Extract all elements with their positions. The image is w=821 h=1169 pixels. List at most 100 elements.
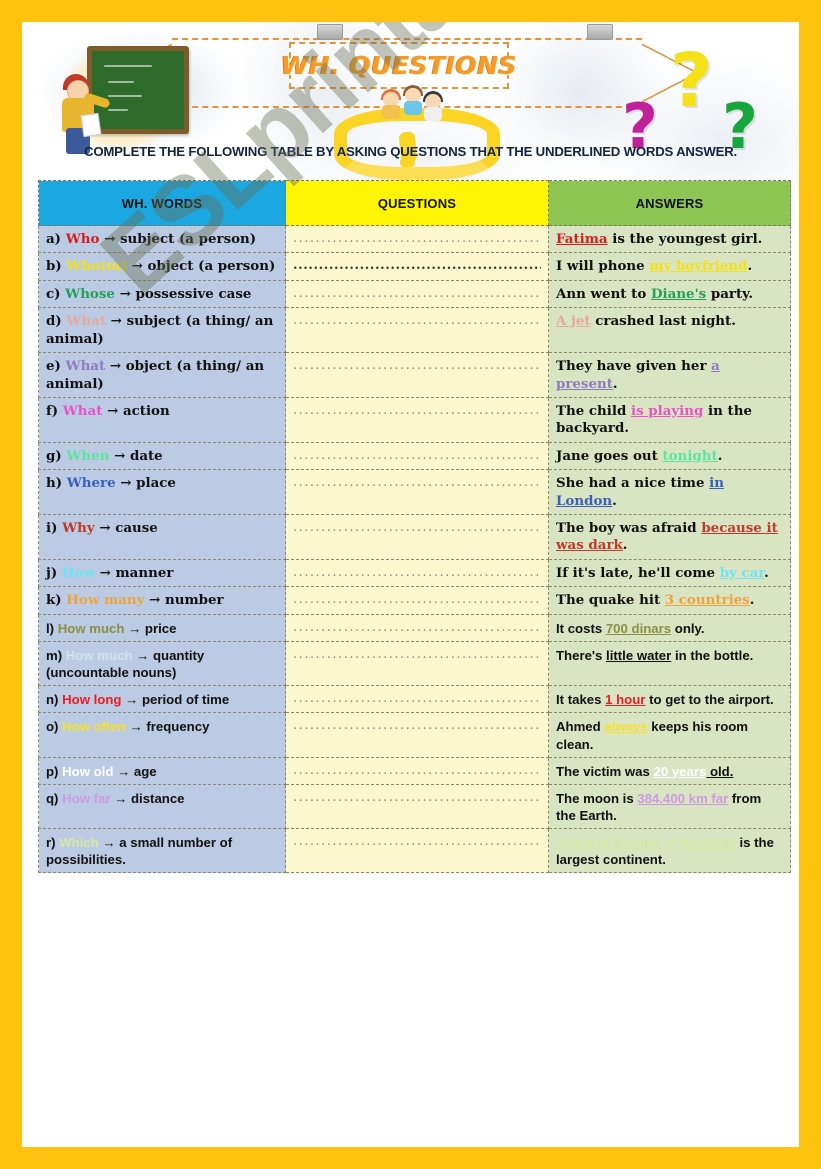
answer-text-after: only. xyxy=(671,620,705,636)
arrow-icon: → xyxy=(109,447,130,464)
wh-word-function: distance xyxy=(131,790,185,806)
answer-text-after: . xyxy=(747,258,753,275)
question-answer-blank[interactable]: ........................................… xyxy=(285,279,549,309)
answer-text-before: It costs xyxy=(556,620,606,636)
wh-word: What xyxy=(65,358,106,375)
table-row: m) How much → quantity (uncountable noun… xyxy=(38,640,791,687)
title-banner: WH. QUESTIONS xyxy=(281,42,517,89)
instruction-text: COMPLETE THE FOLLOWING TABLE BY ASKING Q… xyxy=(84,144,737,159)
wh-word-function: price xyxy=(144,620,177,636)
dotted-line: ........................................… xyxy=(293,520,541,536)
question-answer-blank[interactable]: ........................................… xyxy=(285,441,549,471)
question-answer-blank[interactable]: ........................................… xyxy=(285,396,549,443)
arrow-icon: → xyxy=(94,564,116,581)
wh-word-cell: h) Where → place xyxy=(38,469,286,516)
answer-text-before: Ahmed xyxy=(556,719,605,735)
dotted-line: ........................................… xyxy=(293,475,541,491)
question-answer-blank[interactable]: ........................................… xyxy=(285,712,549,758)
question-answer-blank[interactable]: ........................................… xyxy=(285,352,549,398)
table-header-row: WH. WORDS QUESTIONS ANSWERS xyxy=(38,180,791,226)
answer-underlined-phrase: A jet xyxy=(556,313,591,330)
answer-text-after: to get to the airport. xyxy=(645,692,774,708)
arrow-icon: → xyxy=(94,520,116,537)
question-answer-blank[interactable]: ........................................… xyxy=(285,307,549,354)
answer-underlined-phrase: 20 years xyxy=(653,763,707,779)
wh-word: When xyxy=(66,447,110,464)
wh-word-cell: k) How many → number xyxy=(38,586,286,615)
wh-word: How old xyxy=(62,763,114,779)
arrow-icon: → xyxy=(126,258,148,275)
table-row: n) How long → period of time............… xyxy=(38,685,791,714)
answer-text-before: She had a nice time xyxy=(556,475,710,492)
question-answer-blank[interactable]: ........................................… xyxy=(285,685,549,714)
answer-text-before: Ann went to xyxy=(556,285,651,302)
question-answer-blank[interactable]: ........................................… xyxy=(285,613,549,642)
answer-cell: The victim was 20 years old. xyxy=(548,756,791,785)
answer-text-before: Jane goes out xyxy=(556,447,663,464)
wh-word-cell: l) How much → price xyxy=(38,613,286,642)
question-answer-blank[interactable]: ........................................… xyxy=(285,252,549,281)
question-answer-blank[interactable]: ........................................… xyxy=(285,224,549,254)
row-letter: e) xyxy=(46,358,66,375)
table-row: d) What → subject (a thing/ an animal)..… xyxy=(38,307,791,354)
table-row: h) Where → place........................… xyxy=(38,469,791,516)
question-answer-blank[interactable]: ........................................… xyxy=(285,756,549,785)
answer-cell: She had a nice time in London. xyxy=(548,469,791,516)
table-row: k) How many → number....................… xyxy=(38,586,791,615)
row-letter: d) xyxy=(46,313,67,330)
answer-cell: It takes 1 hour to get to the airport. xyxy=(548,685,791,714)
dotted-line: ........................................… xyxy=(293,691,541,707)
row-letter: g) xyxy=(46,447,67,464)
answer-cell: Ann went to Diane's party. xyxy=(548,279,791,309)
wh-word: How much xyxy=(65,647,133,663)
answer-underlined-suffix: old. xyxy=(706,763,734,779)
answer-underlined-phrase: by car xyxy=(719,564,765,581)
arrow-icon: → xyxy=(125,719,147,735)
answer-text-before: The quake hit xyxy=(556,592,665,609)
answer-underlined-phrase: little water xyxy=(606,647,672,663)
question-answer-blank[interactable]: ........................................… xyxy=(285,469,549,516)
wh-word-cell: f) What → action xyxy=(38,396,286,443)
question-answer-blank[interactable]: ........................................… xyxy=(285,514,549,560)
answer-text-before: The child xyxy=(556,402,631,419)
question-answer-blank[interactable]: ........................................… xyxy=(285,558,549,588)
wh-word: Who(m) xyxy=(66,258,127,275)
arrow-icon: → xyxy=(115,475,137,492)
worksheet-page: WH. QUESTIONS ? ? ? COMPLETE THE FOLLOWI… xyxy=(22,22,799,1147)
wh-word: How far xyxy=(62,790,111,806)
arrow-icon: → xyxy=(124,620,145,636)
table-row: o) How often → frequency................… xyxy=(38,712,791,758)
column-header-wh-words: WH. WORDS xyxy=(38,180,286,226)
wh-questions-table: WH. WORDS QUESTIONS ANSWERS a) Who → sub… xyxy=(38,180,791,874)
answer-cell: Fatima is the youngest girl. xyxy=(548,224,791,254)
question-answer-blank[interactable]: ........................................… xyxy=(285,640,549,687)
answer-text-after: party. xyxy=(706,285,754,302)
wh-word: Where xyxy=(66,475,116,492)
dotted-line: ........................................… xyxy=(293,619,541,635)
wh-word-cell: m) How much → quantity (uncountable noun… xyxy=(38,640,286,687)
wh-word-cell: d) What → subject (a thing/ an animal) xyxy=(38,307,286,354)
wh-word-function: subject (a person) xyxy=(119,231,257,247)
row-letter: q) xyxy=(46,790,63,806)
arrow-icon: → xyxy=(110,790,131,806)
arrow-icon: → xyxy=(99,231,120,247)
answer-cell: The moon is 384.400 km far from the Eart… xyxy=(548,783,791,830)
table-row: c) Whose → possessive case..............… xyxy=(38,279,791,309)
wh-word-function: age xyxy=(133,763,157,779)
arrow-icon: → xyxy=(144,592,165,609)
table-body: a) Who → subject (a person).............… xyxy=(38,224,791,874)
wh-word-function: period of time xyxy=(141,692,230,708)
row-letter: c) xyxy=(46,285,66,302)
answer-underlined-phrase: always xyxy=(604,719,648,735)
dotted-line: ........................................… xyxy=(293,789,541,805)
wh-word-cell: a) Who → subject (a person) xyxy=(38,224,286,254)
answer-text-after: crashed last night. xyxy=(590,313,736,330)
answer-underlined-phrase: 1 hour xyxy=(605,692,646,708)
wh-word: How long xyxy=(62,692,122,708)
question-answer-blank[interactable]: ........................................… xyxy=(285,783,549,830)
page-title: WH. QUESTIONS xyxy=(280,51,518,80)
question-answer-blank[interactable]: ........................................… xyxy=(285,586,549,615)
answer-cell: There's little water in the bottle. xyxy=(548,640,791,687)
wh-word-cell: g) When → date xyxy=(38,441,286,471)
question-answer-blank[interactable]: ........................................… xyxy=(285,828,549,874)
